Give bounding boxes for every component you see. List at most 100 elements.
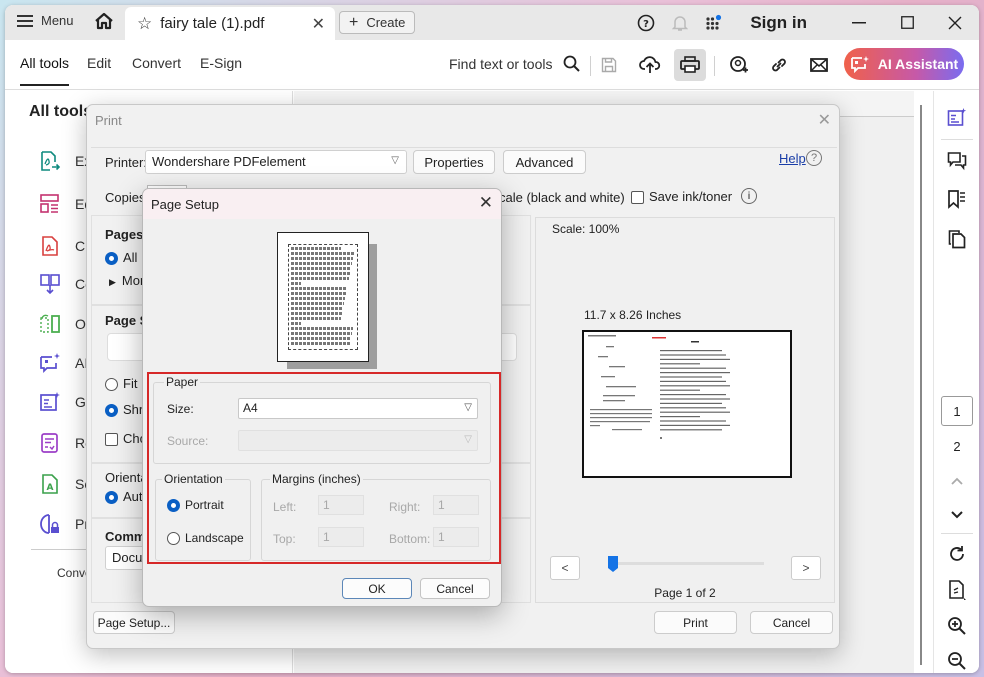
fit-page-button[interactable] bbox=[945, 578, 969, 602]
choose-paper-source-checkbox[interactable]: Cho bbox=[105, 431, 147, 447]
tool-combine-files[interactable]: Co bbox=[39, 272, 93, 296]
fit-radio[interactable]: Fit bbox=[105, 376, 138, 392]
preview-next-button[interactable]: > bbox=[791, 556, 821, 580]
star-icon[interactable]: ☆ bbox=[137, 14, 152, 34]
ai-generate-button[interactable] bbox=[945, 105, 969, 129]
vertical-scrollbar[interactable] bbox=[920, 105, 922, 665]
toolbar-divider bbox=[714, 56, 715, 76]
pages-all-radio[interactable]: All bbox=[105, 250, 137, 266]
help-button[interactable]: ? bbox=[632, 9, 660, 37]
copy-link-button[interactable] bbox=[763, 49, 795, 81]
margin-top-input[interactable]: 1 bbox=[318, 527, 364, 547]
find-text-or-tools[interactable]: Find text or tools bbox=[449, 55, 580, 72]
paper-size-select[interactable]: A4 ▽ bbox=[238, 398, 478, 419]
preview-text-line bbox=[660, 385, 730, 387]
ai-assistant-button[interactable]: AI Assistant bbox=[844, 48, 964, 80]
apps-grid-icon bbox=[705, 14, 723, 32]
radio-selected bbox=[167, 499, 180, 513]
preview-text-line bbox=[660, 429, 722, 431]
close-window-button[interactable] bbox=[931, 5, 979, 40]
advanced-button[interactable]: Advanced bbox=[503, 150, 586, 174]
ok-button[interactable]: OK bbox=[342, 578, 412, 599]
margin-bottom-input[interactable]: 1 bbox=[433, 527, 479, 547]
close-tab-icon[interactable]: ✕ bbox=[312, 14, 325, 34]
combine-files-icon bbox=[39, 273, 61, 295]
request-esign-icon bbox=[39, 432, 61, 454]
grayscale-checkbox-label[interactable]: cale (black and white) bbox=[499, 190, 625, 205]
properties-button[interactable]: Properties bbox=[413, 150, 495, 174]
rotate-button[interactable] bbox=[945, 542, 969, 566]
protect-pdf-icon bbox=[39, 513, 61, 535]
zoom-out-button[interactable] bbox=[945, 649, 969, 673]
comments-button[interactable] bbox=[945, 149, 969, 173]
rotate-icon bbox=[947, 544, 967, 564]
fit-label: Fit bbox=[123, 376, 138, 391]
margin-left-input[interactable]: 1 bbox=[318, 495, 364, 515]
printer-select[interactable]: Wondershare PDFelement ▽ bbox=[145, 150, 407, 174]
shrink-radio[interactable]: Shri bbox=[105, 402, 146, 418]
help-link[interactable]: Help bbox=[779, 151, 806, 166]
next-page-button[interactable] bbox=[945, 503, 969, 527]
save-ink-checkbox[interactable]: Save ink/toner bbox=[631, 189, 732, 205]
landscape-radio[interactable]: Landscape bbox=[167, 531, 244, 546]
bookmarks-button[interactable] bbox=[945, 187, 969, 211]
page-number-2[interactable]: 2 bbox=[941, 431, 973, 461]
checkbox-unchecked bbox=[631, 191, 644, 205]
radio-selected bbox=[105, 404, 118, 418]
print-dialog-close-icon[interactable]: ✕ bbox=[818, 110, 831, 130]
save-icon bbox=[601, 57, 617, 73]
print-dialog-title: Print bbox=[95, 113, 122, 128]
paper-legend: Paper bbox=[164, 375, 201, 389]
page-margin-outline bbox=[288, 244, 358, 350]
notifications-button[interactable] bbox=[666, 9, 694, 37]
portrait-label: Portrait bbox=[185, 498, 224, 512]
create-button[interactable]: + Create bbox=[339, 11, 416, 34]
apps-button[interactable] bbox=[700, 9, 728, 37]
maximize-button[interactable] bbox=[883, 5, 931, 40]
upload-cloud-button[interactable] bbox=[634, 49, 666, 81]
minimize-icon bbox=[852, 21, 866, 24]
document-tab[interactable]: ☆ fairy tale (1).pdf ✕ bbox=[125, 7, 335, 40]
email-button[interactable] bbox=[803, 49, 835, 81]
page-setup-title: Page Setup bbox=[151, 197, 219, 212]
menu-button[interactable]: Menu bbox=[17, 13, 74, 28]
tool-request-esignatures[interactable]: Re bbox=[39, 431, 93, 455]
edit-pdf-icon bbox=[39, 193, 61, 215]
paper-source-select[interactable]: ▽ bbox=[238, 430, 478, 451]
minimize-button[interactable] bbox=[835, 5, 883, 40]
thumbnail-text-line bbox=[291, 317, 341, 320]
print-cancel-button[interactable]: Cancel bbox=[750, 611, 833, 634]
bookmark-icon bbox=[947, 189, 967, 209]
more-options-toggle[interactable]: ▶ Mor bbox=[109, 273, 144, 288]
print-confirm-button[interactable]: Print bbox=[654, 611, 737, 634]
home-button[interactable] bbox=[93, 11, 117, 33]
previous-page-button[interactable] bbox=[945, 469, 969, 493]
preview-page-slider[interactable] bbox=[610, 562, 764, 565]
page-setup-titlebar: Page Setup ✕ bbox=[143, 189, 501, 219]
preview-prev-button[interactable]: < bbox=[550, 556, 580, 580]
info-icon[interactable]: i bbox=[741, 188, 757, 204]
portrait-radio[interactable]: Portrait bbox=[167, 498, 224, 513]
preview-text-line bbox=[660, 372, 730, 374]
tab-edit[interactable]: Edit bbox=[87, 55, 111, 71]
zoom-in-button[interactable] bbox=[945, 614, 969, 638]
all-tools-title: All tools bbox=[29, 103, 93, 120]
tab-convert[interactable]: Convert bbox=[132, 55, 181, 71]
save-button[interactable] bbox=[593, 49, 625, 81]
preview-text-line bbox=[660, 424, 730, 426]
preview-slider-thumb[interactable] bbox=[608, 556, 618, 572]
print-button[interactable] bbox=[674, 49, 706, 81]
cancel-button[interactable]: Cancel bbox=[420, 578, 490, 599]
paper-size-value: A4 bbox=[243, 401, 258, 415]
share-with-others-button[interactable] bbox=[723, 49, 755, 81]
margin-right-input[interactable]: 1 bbox=[433, 495, 479, 515]
tab-all-tools[interactable]: All tools bbox=[20, 55, 70, 86]
page-setup-button[interactable]: Page Setup... bbox=[93, 611, 175, 634]
page-thumbnails-button[interactable] bbox=[945, 227, 969, 251]
page-number-1[interactable]: 1 bbox=[941, 396, 973, 426]
help-icon[interactable]: ? bbox=[806, 150, 822, 166]
sign-in-link[interactable]: Sign in bbox=[750, 13, 807, 33]
print-preview-pane: Scale: 100% 11.7 x 8.26 Inches < > Page … bbox=[535, 217, 835, 603]
page-setup-close-icon[interactable]: ✕ bbox=[479, 193, 493, 213]
tab-e-sign[interactable]: E-Sign bbox=[200, 55, 242, 71]
